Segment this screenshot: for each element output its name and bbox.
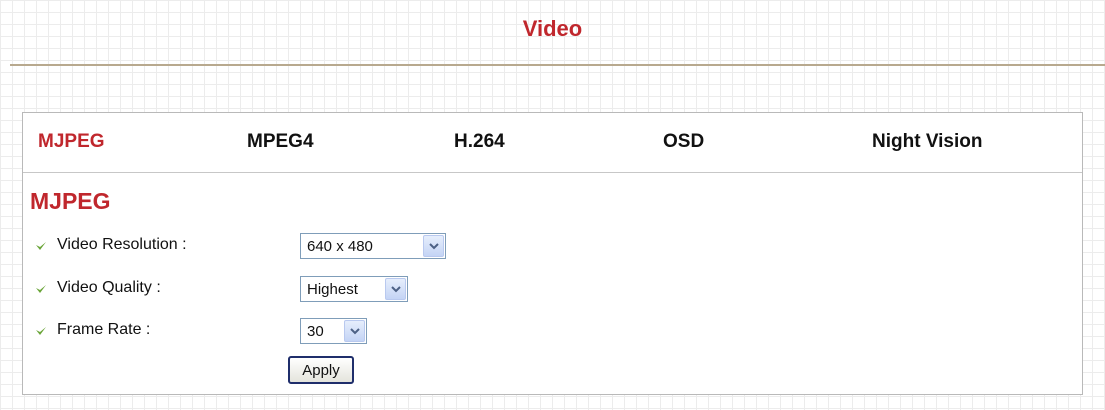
video-quality-label: Video Quality : [57,279,161,296]
video-quality-value: Highest [307,281,358,298]
green-check-icon [36,242,46,250]
video-resolution-label: Video Resolution : [57,236,187,253]
tab-h264[interactable]: H.264 [454,131,505,153]
frame-rate-select[interactable]: 30 [300,318,367,344]
tab-mpeg4[interactable]: MPEG4 [247,131,314,153]
tab-bar: MJPEG MPEG4 H.264 OSD Night Vision [23,113,1082,173]
chevron-down-icon[interactable] [344,320,365,342]
section-title: MJPEG [30,188,111,214]
page-title: Video [522,16,583,41]
tab-night-vision[interactable]: Night Vision [872,131,982,153]
video-resolution-value: 640 x 480 [307,238,373,255]
video-resolution-select[interactable]: 640 x 480 [300,233,446,259]
tab-osd[interactable]: OSD [663,131,704,153]
apply-button[interactable]: Apply [288,356,354,384]
tab-mjpeg[interactable]: MJPEG [38,131,105,153]
chevron-down-icon[interactable] [423,235,444,257]
video-settings-panel: MJPEG MPEG4 H.264 OSD Night Vision MJPEG… [22,112,1083,395]
frame-rate-label: Frame Rate : [57,321,151,338]
green-check-icon [36,327,46,335]
video-quality-select[interactable]: Highest [300,276,408,302]
frame-rate-value: 30 [307,323,324,340]
chevron-down-icon[interactable] [385,278,406,300]
green-check-icon [36,285,46,293]
title-divider [10,64,1105,66]
